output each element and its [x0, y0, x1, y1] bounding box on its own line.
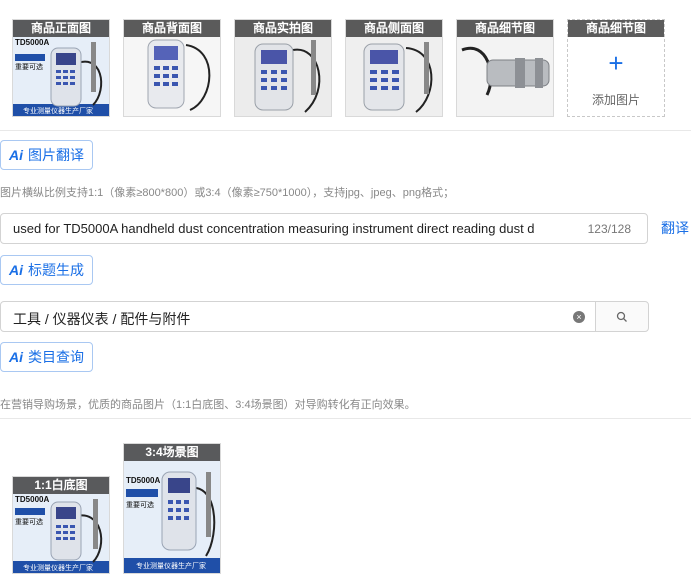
divider — [0, 418, 691, 419]
add-image-slot[interactable]: 商品细节图 + 添加图片 — [567, 19, 665, 117]
product-image-back[interactable]: 商品背面图 — [123, 19, 221, 117]
title-generate-label: 标题生成 — [28, 262, 84, 278]
model-label: TD5000A — [15, 38, 50, 47]
product-image-front[interactable]: 商品正面图 TD5000A 重要可选 专业测量仪器生产厂家 — [12, 19, 110, 117]
scene-image[interactable]: 3:4场景图 TD5000A 重要可选 专业测量仪器生产厂家 — [123, 443, 221, 574]
image-caption: 商品正面图 — [13, 20, 109, 37]
title-value: used for TD5000A handheld dust concentra… — [13, 221, 535, 236]
footer-label: 专业测量仪器生产厂家 — [23, 565, 93, 572]
white-background-image[interactable]: 1:1白底图 TD5000A 重要可选 专业测量仪器生产厂家 — [12, 476, 110, 574]
product-image-detail[interactable]: 商品细节图 — [456, 19, 554, 117]
image-caption: 商品细节图 — [568, 20, 664, 37]
category-search-button[interactable] — [595, 301, 649, 332]
tag-label: 重要可选 — [15, 64, 43, 71]
clear-icon[interactable]: × — [573, 311, 585, 323]
image-caption: 商品背面图 — [124, 20, 220, 37]
footer-label: 专业测量仪器生产厂家 — [136, 563, 206, 570]
translate-link[interactable]: 翻译 — [661, 218, 689, 238]
image-caption: 商品实拍图 — [235, 20, 331, 37]
image-caption: 商品细节图 — [457, 20, 553, 37]
image-caption: 1:1白底图 — [13, 477, 109, 494]
image-translate-label: 图片翻译 — [28, 147, 84, 163]
character-counter: 123/128 — [587, 222, 631, 236]
image-caption: 3:4场景图 — [124, 444, 220, 461]
category-query-button[interactable]: Ai 类目查询 — [0, 342, 93, 372]
model-label: TD5000A — [15, 495, 50, 504]
ai-icon: Ai — [9, 349, 23, 365]
divider — [0, 130, 691, 131]
plus-icon: + — [608, 48, 624, 78]
footer-label: 专业测量仪器生产厂家 — [23, 108, 93, 115]
ai-icon: Ai — [9, 147, 23, 163]
model-label: TD5000A — [126, 476, 161, 485]
ai-icon: Ai — [9, 262, 23, 278]
category-query-label: 类目查询 — [28, 349, 84, 365]
category-input[interactable]: 工具 / 仪器仪表 / 配件与附件 × — [0, 301, 596, 332]
product-image-real[interactable]: 商品实拍图 — [234, 19, 332, 117]
tag-label: 重要可选 — [15, 519, 43, 526]
title-input[interactable]: used for TD5000A handheld dust concentra… — [0, 213, 648, 244]
title-generate-button[interactable]: Ai 标题生成 — [0, 255, 93, 285]
search-icon — [616, 311, 627, 322]
category-value: 工具 / 仪器仪表 / 配件与附件 — [13, 311, 191, 327]
tag-label: 重要可选 — [126, 502, 154, 509]
product-image-side[interactable]: 商品侧面图 — [345, 19, 443, 117]
image-translate-button[interactable]: Ai 图片翻译 — [0, 140, 93, 170]
image-requirements-hint: 图片横纵比例支持1:1（像素≥800*800）或3:4（像素≥750*1000）… — [0, 187, 455, 199]
add-image-label: 添加图片 — [591, 93, 640, 107]
image-caption: 商品侧面图 — [346, 20, 442, 37]
scene-image-hint: 在营销导购场景，优质的商品图片（1:1白底图、3:4场景图）对导购转化有正向效果… — [0, 399, 416, 411]
